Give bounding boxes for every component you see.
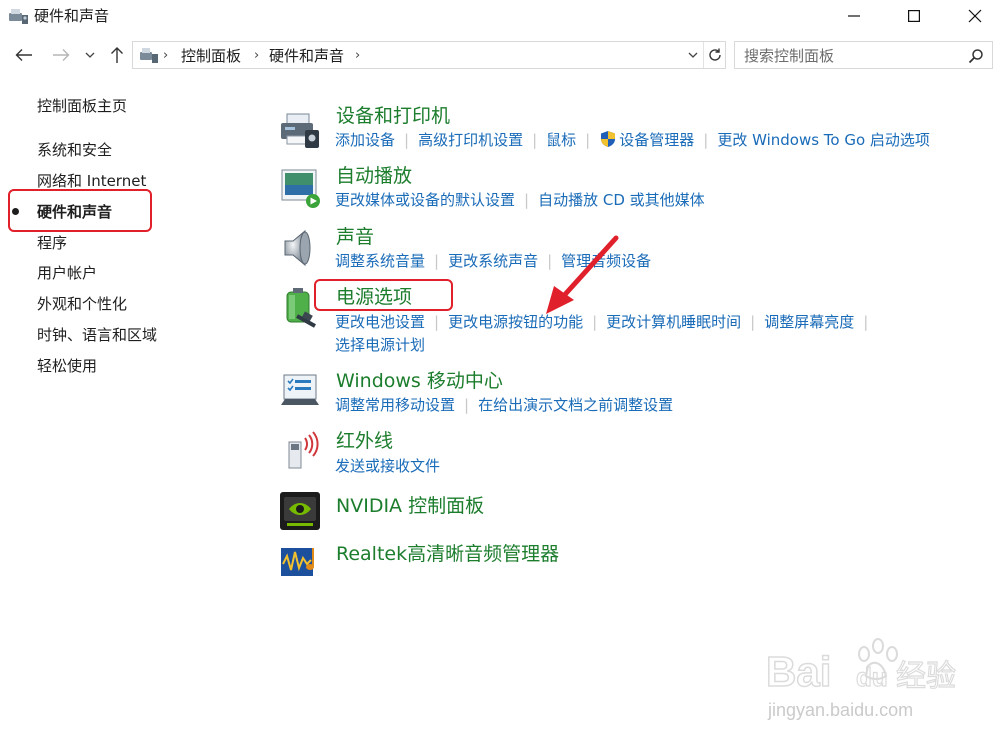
link-separator: |: [434, 252, 440, 270]
link-separator: |: [703, 131, 709, 149]
category-title-infrared[interactable]: 红外线: [336, 429, 393, 453]
refresh-button[interactable]: [703, 42, 726, 68]
svg-text:经验: 经验: [896, 659, 956, 694]
link-separator: |: [750, 313, 756, 331]
sidebar-item-clock-region[interactable]: 时钟、语言和区域: [37, 325, 157, 345]
sidebar-item-ease-of-access[interactable]: 轻松使用: [37, 356, 97, 376]
close-button[interactable]: [952, 0, 998, 32]
chevron-down-icon: [688, 52, 698, 58]
speaker-icon: [284, 229, 311, 267]
hardware-sound-icon: [9, 9, 28, 24]
svg-text:du: du: [856, 662, 888, 692]
printer-icon: [281, 113, 319, 148]
category-title-mobility-center[interactable]: Windows 移动中心: [336, 369, 503, 393]
search-input[interactable]: 搜索控制面板: [734, 41, 993, 69]
svg-text:jingyan.baidu.com: jingyan.baidu.com: [767, 700, 913, 720]
recent-locations-button[interactable]: [80, 42, 100, 68]
links-infrared: 发送或接收文件: [335, 456, 440, 476]
infrared-icon: [288, 431, 319, 469]
link-change-battery-settings[interactable]: 更改电池设置: [335, 313, 425, 331]
chevron-down-icon: [85, 52, 95, 58]
nvidia-icon: [280, 492, 320, 530]
category-title-autoplay[interactable]: 自动播放: [336, 164, 412, 188]
close-icon: [968, 9, 982, 23]
link-choose-power-plan[interactable]: 选择电源计划: [335, 336, 425, 354]
link-send-receive-files[interactable]: 发送或接收文件: [335, 457, 440, 475]
sidebar-item-system-security[interactable]: 系统和安全: [37, 140, 112, 160]
up-arrow-icon: [111, 47, 123, 63]
sidebar-highlight-box: [8, 189, 152, 232]
link-change-media-defaults[interactable]: 更改媒体或设备的默认设置: [335, 191, 515, 209]
breadcrumb-separator: ›: [254, 48, 260, 63]
sidebar-item-appearance[interactable]: 外观和个性化: [37, 294, 127, 314]
autoplay-icon: [281, 169, 320, 208]
category-title-nvidia[interactable]: NVIDIA 控制面板: [336, 494, 484, 518]
sidebar-item-network-internet[interactable]: 网络和 Internet: [37, 171, 146, 191]
forward-button[interactable]: [49, 42, 73, 68]
link-mouse[interactable]: 鼠标: [546, 131, 576, 149]
uac-shield-icon: [601, 131, 616, 147]
power-options-highlight-box: [314, 279, 453, 311]
links-mobility-center: 调整常用移动设置 | 在给出演示文档之前调整设置: [335, 395, 673, 415]
link-adjust-mobility-settings[interactable]: 调整常用移动设置: [335, 396, 455, 414]
link-separator: |: [585, 131, 591, 149]
realtek-audio-icon: [281, 548, 314, 576]
svg-text:Bai: Bai: [766, 648, 831, 695]
link-advanced-printer-setup[interactable]: 高级打印机设置: [418, 131, 523, 149]
links-power-options-2: 选择电源计划: [335, 335, 425, 355]
category-title-realtek[interactable]: Realtek高清晰音频管理器: [336, 542, 559, 566]
breadcrumb-separator: ›: [355, 48, 361, 63]
mobility-center-icon: [281, 374, 319, 405]
breadcrumb-control-panel[interactable]: 控制面板: [181, 46, 241, 66]
minimize-icon: [848, 15, 860, 17]
window-title: 硬件和声音: [34, 7, 110, 25]
annotation-arrow: [546, 235, 619, 314]
link-separator: |: [863, 313, 869, 331]
category-title-devices-printers[interactable]: 设备和打印机: [336, 104, 450, 128]
link-windows-to-go[interactable]: 更改 Windows To Go 启动选项: [717, 131, 930, 149]
sidebar-item-user-accounts[interactable]: 用户帐户: [37, 263, 97, 283]
link-adjust-volume[interactable]: 调整系统音量: [335, 252, 425, 270]
baidu-jingyan-watermark: Bai du 经验 jingyan.baidu.com: [765, 638, 957, 720]
link-separator: |: [524, 191, 530, 209]
link-add-device[interactable]: 添加设备: [335, 131, 395, 149]
breadcrumb-separator: ›: [163, 48, 169, 63]
link-adjust-brightness[interactable]: 调整屏幕亮度: [764, 313, 854, 331]
search-icon[interactable]: [968, 48, 984, 64]
maximize-icon: [908, 10, 920, 22]
link-device-manager[interactable]: 设备管理器: [619, 131, 694, 149]
address-bar[interactable]: › 控制面板 › 硬件和声音 ›: [132, 41, 726, 69]
title-bar: 硬件和声音: [0, 0, 1000, 32]
link-separator: |: [434, 313, 440, 331]
link-separator: |: [404, 131, 410, 149]
breadcrumb-hardware-sound[interactable]: 硬件和声音: [269, 46, 344, 66]
link-presentation-settings[interactable]: 在给出演示文档之前调整设置: [478, 396, 673, 414]
maximize-button[interactable]: [891, 0, 937, 32]
refresh-icon: [709, 48, 721, 61]
link-change-system-sounds[interactable]: 更改系统声音: [448, 252, 538, 270]
link-separator: |: [464, 396, 470, 414]
sidebar-item-programs[interactable]: 程序: [37, 233, 67, 253]
category-title-sound[interactable]: 声音: [336, 225, 374, 249]
link-separator: |: [532, 131, 538, 149]
up-button[interactable]: [105, 42, 129, 68]
links-autoplay: 更改媒体或设备的默认设置 | 自动播放 CD 或其他媒体: [335, 190, 705, 210]
link-autoplay-cd[interactable]: 自动播放 CD 或其他媒体: [538, 191, 705, 209]
minimize-button[interactable]: [831, 0, 877, 32]
sidebar-home-link[interactable]: 控制面板主页: [37, 96, 127, 116]
address-dropdown-button[interactable]: [683, 42, 703, 68]
forward-arrow-icon: [53, 49, 70, 61]
back-button[interactable]: [12, 42, 36, 68]
links-devices-printers: 添加设备 | 高级打印机设置 | 鼠标 | 设备管理器 | 更改 Windows To Go 启…: [335, 130, 930, 150]
back-arrow-icon: [15, 49, 32, 61]
search-placeholder: 搜索控制面板: [744, 47, 835, 65]
control-panel-icon: [140, 48, 158, 63]
